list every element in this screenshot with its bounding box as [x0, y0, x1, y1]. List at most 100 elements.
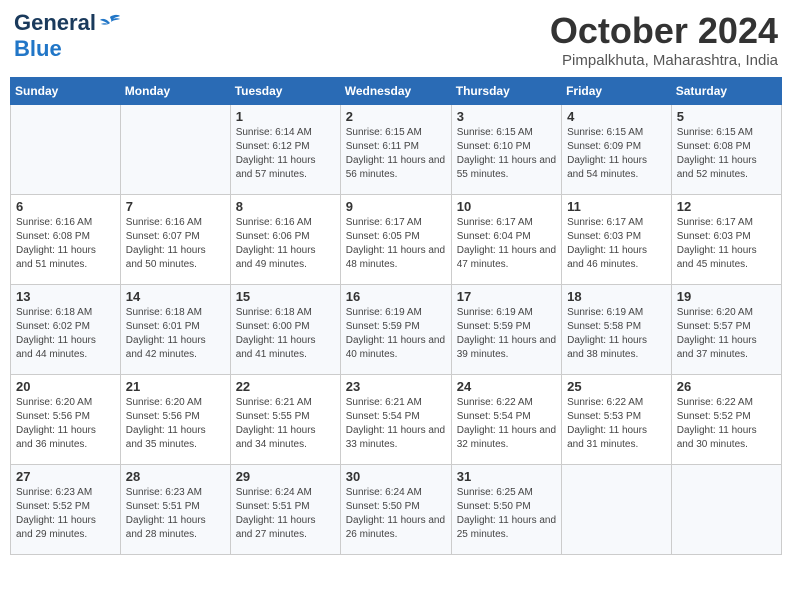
day-info: Sunrise: 6:18 AM Sunset: 6:02 PM Dayligh…: [16, 306, 115, 362]
day-info: Sunrise: 6:16 AM Sunset: 6:06 PM Dayligh…: [236, 216, 335, 272]
day-info: Sunrise: 6:22 AM Sunset: 5:52 PM Dayligh…: [677, 396, 776, 452]
day-number: 24: [457, 379, 556, 394]
calendar-week-row: 20 Sunrise: 6:20 AM Sunset: 5:56 PM Dayli…: [11, 375, 782, 465]
day-info: Sunrise: 6:23 AM Sunset: 5:52 PM Dayligh…: [16, 486, 115, 542]
day-number: 16: [346, 289, 446, 304]
day-number: 12: [677, 199, 776, 214]
day-number: 10: [457, 199, 556, 214]
calendar-cell: 27 Sunrise: 6:23 AM Sunset: 5:52 PM Dayli…: [11, 465, 121, 555]
day-number: 15: [236, 289, 335, 304]
logo-general: General: [14, 10, 96, 36]
logo: General Blue: [14, 10, 122, 62]
day-info: Sunrise: 6:19 AM Sunset: 5:59 PM Dayligh…: [346, 306, 446, 362]
calendar-cell: 23Sunrise: 6:21 AM Sunset: 5:54 PM Dayli…: [340, 375, 451, 465]
calendar-cell: 16 Sunrise: 6:19 AM Sunset: 5:59 PM Dayli…: [340, 285, 451, 375]
calendar-header-row: SundayMondayTuesdayWednesdayThursdayFrid…: [11, 78, 782, 105]
calendar-cell: 30 Sunrise: 6:24 AM Sunset: 5:50 PM Dayli…: [340, 465, 451, 555]
day-number: 17: [457, 289, 556, 304]
calendar-cell: [562, 465, 672, 555]
weekday-header-tuesday: Tuesday: [230, 78, 340, 105]
day-number: 23: [346, 379, 446, 394]
weekday-header-monday: Monday: [120, 78, 230, 105]
calendar-cell: 22 Sunrise: 6:21 AM Sunset: 5:55 PM Dayli…: [230, 375, 340, 465]
day-info: Sunrise: 6:17 AM Sunset: 6:03 PM Dayligh…: [677, 216, 776, 272]
day-number: 22: [236, 379, 335, 394]
calendar-cell: 28Sunrise: 6:23 AM Sunset: 5:51 PM Dayli…: [120, 465, 230, 555]
day-number: 28: [126, 469, 225, 484]
day-number: 26: [677, 379, 776, 394]
day-number: 31: [457, 469, 556, 484]
day-info: Sunrise: 6:19 AM Sunset: 5:59 PM Dayligh…: [457, 306, 556, 362]
day-info: Sunrise: 6:20 AM Sunset: 5:57 PM Dayligh…: [677, 306, 776, 362]
calendar-cell: 6Sunrise: 6:16 AM Sunset: 6:08 PM Daylig…: [11, 195, 121, 285]
weekday-header-wednesday: Wednesday: [340, 78, 451, 105]
day-number: 27: [16, 469, 115, 484]
calendar-cell: 10 Sunrise: 6:17 AM Sunset: 6:04 PM Dayli…: [451, 195, 561, 285]
calendar-cell: 17 Sunrise: 6:19 AM Sunset: 5:59 PM Dayli…: [451, 285, 561, 375]
day-info: Sunrise: 6:19 AM Sunset: 5:58 PM Dayligh…: [567, 306, 666, 362]
calendar-cell: 3 Sunrise: 6:15 AM Sunset: 6:10 PM Daylig…: [451, 105, 561, 195]
calendar-cell: 15 Sunrise: 6:18 AM Sunset: 6:00 PM Dayli…: [230, 285, 340, 375]
day-number: 19: [677, 289, 776, 304]
calendar-cell: [671, 465, 781, 555]
title-section: October 2024 Pimpalkhuta, Maharashtra, I…: [550, 10, 778, 69]
calendar-cell: 20 Sunrise: 6:20 AM Sunset: 5:56 PM Dayli…: [11, 375, 121, 465]
day-info: Sunrise: 6:24 AM Sunset: 5:51 PM Dayligh…: [236, 486, 335, 542]
calendar-cell: 4 Sunrise: 6:15 AM Sunset: 6:09 PM Daylig…: [562, 105, 672, 195]
day-info: Sunrise: 6:15 AM Sunset: 6:11 PM Dayligh…: [346, 126, 446, 182]
calendar-cell: 7Sunrise: 6:16 AM Sunset: 6:07 PM Daylig…: [120, 195, 230, 285]
day-info: Sunrise: 6:15 AM Sunset: 6:10 PM Dayligh…: [457, 126, 556, 182]
day-info: Sunrise: 6:22 AM Sunset: 5:54 PM Dayligh…: [457, 396, 556, 452]
calendar-cell: 9Sunrise: 6:17 AM Sunset: 6:05 PM Daylig…: [340, 195, 451, 285]
day-info: Sunrise: 6:15 AM Sunset: 6:09 PM Dayligh…: [567, 126, 666, 182]
calendar-cell: [11, 105, 121, 195]
day-number: 4: [567, 109, 666, 124]
calendar-cell: 31 Sunrise: 6:25 AM Sunset: 5:50 PM Dayli…: [451, 465, 561, 555]
weekday-header-thursday: Thursday: [451, 78, 561, 105]
calendar-cell: 24 Sunrise: 6:22 AM Sunset: 5:54 PM Dayli…: [451, 375, 561, 465]
day-info: Sunrise: 6:18 AM Sunset: 6:01 PM Dayligh…: [126, 306, 225, 362]
day-number: 3: [457, 109, 556, 124]
calendar-cell: 11Sunrise: 6:17 AM Sunset: 6:03 PM Dayli…: [562, 195, 672, 285]
day-info: Sunrise: 6:20 AM Sunset: 5:56 PM Dayligh…: [16, 396, 115, 452]
month-title: October 2024: [550, 10, 778, 52]
day-number: 2: [346, 109, 446, 124]
day-number: 18: [567, 289, 666, 304]
calendar-cell: 13 Sunrise: 6:18 AM Sunset: 6:02 PM Dayli…: [11, 285, 121, 375]
day-number: 14: [126, 289, 225, 304]
calendar-cell: 12 Sunrise: 6:17 AM Sunset: 6:03 PM Dayli…: [671, 195, 781, 285]
calendar-cell: 1 Sunrise: 6:14 AM Sunset: 6:12 PM Daylig…: [230, 105, 340, 195]
calendar-cell: 25Sunrise: 6:22 AM Sunset: 5:53 PM Dayli…: [562, 375, 672, 465]
weekday-header-saturday: Saturday: [671, 78, 781, 105]
day-number: 6: [16, 199, 115, 214]
day-number: 8: [236, 199, 335, 214]
calendar-cell: 18 Sunrise: 6:19 AM Sunset: 5:58 PM Dayli…: [562, 285, 672, 375]
day-info: Sunrise: 6:17 AM Sunset: 6:04 PM Dayligh…: [457, 216, 556, 272]
day-number: 20: [16, 379, 115, 394]
day-number: 30: [346, 469, 446, 484]
weekday-header-sunday: Sunday: [11, 78, 121, 105]
calendar-cell: 2 Sunrise: 6:15 AM Sunset: 6:11 PM Daylig…: [340, 105, 451, 195]
day-info: Sunrise: 6:21 AM Sunset: 5:55 PM Dayligh…: [236, 396, 335, 452]
day-number: 29: [236, 469, 335, 484]
calendar-cell: 29 Sunrise: 6:24 AM Sunset: 5:51 PM Dayli…: [230, 465, 340, 555]
calendar-week-row: 1 Sunrise: 6:14 AM Sunset: 6:12 PM Daylig…: [11, 105, 782, 195]
day-info: Sunrise: 6:16 AM Sunset: 6:07 PM Dayligh…: [126, 216, 225, 272]
day-number: 1: [236, 109, 335, 124]
day-number: 9: [346, 199, 446, 214]
day-number: 5: [677, 109, 776, 124]
day-number: 25: [567, 379, 666, 394]
calendar-week-row: 27 Sunrise: 6:23 AM Sunset: 5:52 PM Dayli…: [11, 465, 782, 555]
day-info: Sunrise: 6:14 AM Sunset: 6:12 PM Dayligh…: [236, 126, 335, 182]
calendar-cell: 26 Sunrise: 6:22 AM Sunset: 5:52 PM Dayli…: [671, 375, 781, 465]
weekday-header-friday: Friday: [562, 78, 672, 105]
calendar-cell: 14 Sunrise: 6:18 AM Sunset: 6:01 PM Dayli…: [120, 285, 230, 375]
day-info: Sunrise: 6:25 AM Sunset: 5:50 PM Dayligh…: [457, 486, 556, 542]
calendar-cell: [120, 105, 230, 195]
day-info: Sunrise: 6:24 AM Sunset: 5:50 PM Dayligh…: [346, 486, 446, 542]
location-title: Pimpalkhuta, Maharashtra, India: [550, 52, 778, 69]
day-number: 13: [16, 289, 115, 304]
day-info: Sunrise: 6:18 AM Sunset: 6:00 PM Dayligh…: [236, 306, 335, 362]
logo-blue: Blue: [14, 36, 62, 62]
calendar-table: SundayMondayTuesdayWednesdayThursdayFrid…: [10, 77, 782, 555]
